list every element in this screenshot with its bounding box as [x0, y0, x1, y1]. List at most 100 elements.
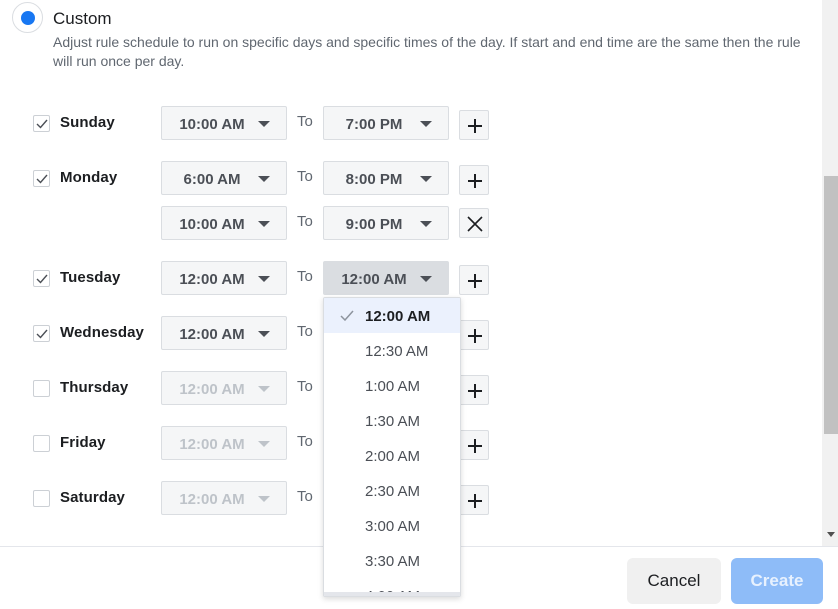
friday-start-time-select: 12:00 AM — [161, 426, 287, 460]
thursday-checkbox[interactable] — [33, 380, 50, 397]
to-label: To — [297, 213, 313, 230]
option-label: 2:30 AM — [365, 483, 421, 500]
monday-start-time-select[interactable]: 6:00 AM — [161, 161, 287, 195]
caret-down-icon — [258, 331, 270, 337]
start-time-value: 12:00 AM — [179, 326, 245, 343]
plus-icon — [468, 439, 482, 453]
sunday-checkbox[interactable] — [33, 115, 50, 132]
plus-icon — [468, 329, 482, 343]
to-label: To — [297, 378, 313, 395]
sunday-end-time-select[interactable]: 7:00 PM — [323, 106, 449, 140]
plus-icon — [468, 274, 482, 288]
caret-down-icon — [258, 176, 270, 182]
sunday-start-time-select[interactable]: 10:00 AM — [161, 106, 287, 140]
radio-selected-dot — [21, 11, 35, 25]
plus-icon — [468, 119, 482, 133]
day-row-monday: Monday 6:00 AM To 8:00 PM — [0, 161, 500, 195]
day-label: Monday — [60, 169, 118, 186]
end-time-value: 9:00 PM — [345, 216, 403, 233]
day-label: Wednesday — [60, 324, 144, 341]
monday-remove-range-button[interactable] — [459, 208, 489, 238]
custom-radio[interactable] — [12, 2, 43, 33]
friday-add-range-button[interactable] — [459, 430, 489, 460]
dropdown-option[interactable]: 12:00 AM — [324, 298, 460, 333]
dropdown-option[interactable]: 3:30 AM — [324, 543, 460, 578]
monday-add-range-button[interactable] — [459, 165, 489, 195]
day-label: Tuesday — [60, 269, 121, 286]
caret-down-icon — [258, 386, 270, 392]
check-icon — [340, 310, 354, 321]
saturday-add-range-button[interactable] — [459, 485, 489, 515]
day-row-tuesday: Tuesday 12:00 AM To 12:00 AM — [0, 261, 500, 295]
dropdown-scroll-edge — [324, 592, 460, 596]
start-time-value: 12:00 AM — [179, 491, 245, 508]
start-time-value: 10:00 AM — [179, 116, 245, 133]
tuesday-checkbox[interactable] — [33, 270, 50, 287]
day-label: Friday — [60, 434, 106, 451]
dropdown-option[interactable]: 2:00 AM — [324, 438, 460, 473]
wednesday-add-range-button[interactable] — [459, 320, 489, 350]
tuesday-start-time-select[interactable]: 12:00 AM — [161, 261, 287, 295]
saturday-checkbox[interactable] — [33, 490, 50, 507]
caret-down-icon — [420, 176, 432, 182]
dropdown-option[interactable]: 1:00 AM — [324, 368, 460, 403]
caret-down-icon — [258, 221, 270, 227]
friday-checkbox[interactable] — [33, 435, 50, 452]
caret-down-icon — [420, 276, 432, 282]
check-icon — [36, 274, 48, 284]
wednesday-start-time-select[interactable]: 12:00 AM — [161, 316, 287, 350]
dropdown-option[interactable]: 3:00 AM — [324, 508, 460, 543]
option-label: 2:00 AM — [365, 448, 421, 465]
dropdown-option[interactable]: 2:30 AM — [324, 473, 460, 508]
plus-icon — [468, 174, 482, 188]
dropdown-option[interactable]: 1:30 AM — [324, 403, 460, 438]
option-label: 12:30 AM — [365, 343, 429, 360]
scrollbar-thumb[interactable] — [824, 176, 838, 434]
start-time-value: 12:00 AM — [179, 436, 245, 453]
tuesday-end-time-select[interactable]: 12:00 AM — [323, 261, 449, 295]
option-label: 3:30 AM — [365, 553, 421, 570]
time-dropdown-menu: 12:00 AM 12:30 AM 1:00 AM 1:30 AM 2:00 A… — [323, 297, 461, 597]
scroll-down-arrow-icon[interactable] — [827, 532, 835, 537]
sunday-add-range-button[interactable] — [459, 110, 489, 140]
day-label: Saturday — [60, 489, 125, 506]
to-label: To — [297, 113, 313, 130]
day-row-sunday: Sunday 10:00 AM To 7:00 PM — [0, 106, 500, 140]
wednesday-checkbox[interactable] — [33, 325, 50, 342]
custom-option-description: Adjust rule schedule to run on specific … — [53, 34, 801, 69]
saturday-start-time-select: 12:00 AM — [161, 481, 287, 515]
close-icon — [467, 216, 483, 232]
day-row-monday-range-2: 10:00 AM To 9:00 PM — [0, 206, 500, 240]
caret-down-icon — [258, 121, 270, 127]
monday-range2-start-time-select[interactable]: 10:00 AM — [161, 206, 287, 240]
check-icon — [36, 174, 48, 184]
vertical-scrollbar[interactable] — [822, 0, 838, 546]
plus-icon — [468, 384, 482, 398]
dropdown-option[interactable]: 12:30 AM — [324, 333, 460, 368]
monday-range2-end-time-select[interactable]: 9:00 PM — [323, 206, 449, 240]
end-time-value: 12:00 AM — [341, 271, 407, 288]
thursday-start-time-select: 12:00 AM — [161, 371, 287, 405]
start-time-value: 6:00 AM — [183, 171, 241, 188]
caret-down-icon — [420, 121, 432, 127]
caret-down-icon — [258, 496, 270, 502]
end-time-value: 7:00 PM — [345, 116, 403, 133]
cancel-button[interactable]: Cancel — [627, 558, 721, 604]
option-label: 12:00 AM — [365, 308, 431, 325]
monday-end-time-select[interactable]: 8:00 PM — [323, 161, 449, 195]
caret-down-icon — [258, 441, 270, 447]
check-icon — [36, 119, 48, 129]
tuesday-add-range-button[interactable] — [459, 265, 489, 295]
to-label: To — [297, 168, 313, 185]
plus-icon — [468, 494, 482, 508]
day-label: Sunday — [60, 114, 115, 131]
create-button[interactable]: Create — [731, 558, 823, 604]
option-label: 3:00 AM — [365, 518, 421, 535]
to-label: To — [297, 488, 313, 505]
thursday-add-range-button[interactable] — [459, 375, 489, 405]
caret-down-icon — [258, 276, 270, 282]
end-time-value: 8:00 PM — [345, 171, 403, 188]
custom-option-label: Custom — [53, 9, 112, 28]
monday-checkbox[interactable] — [33, 170, 50, 187]
to-label: To — [297, 268, 313, 285]
